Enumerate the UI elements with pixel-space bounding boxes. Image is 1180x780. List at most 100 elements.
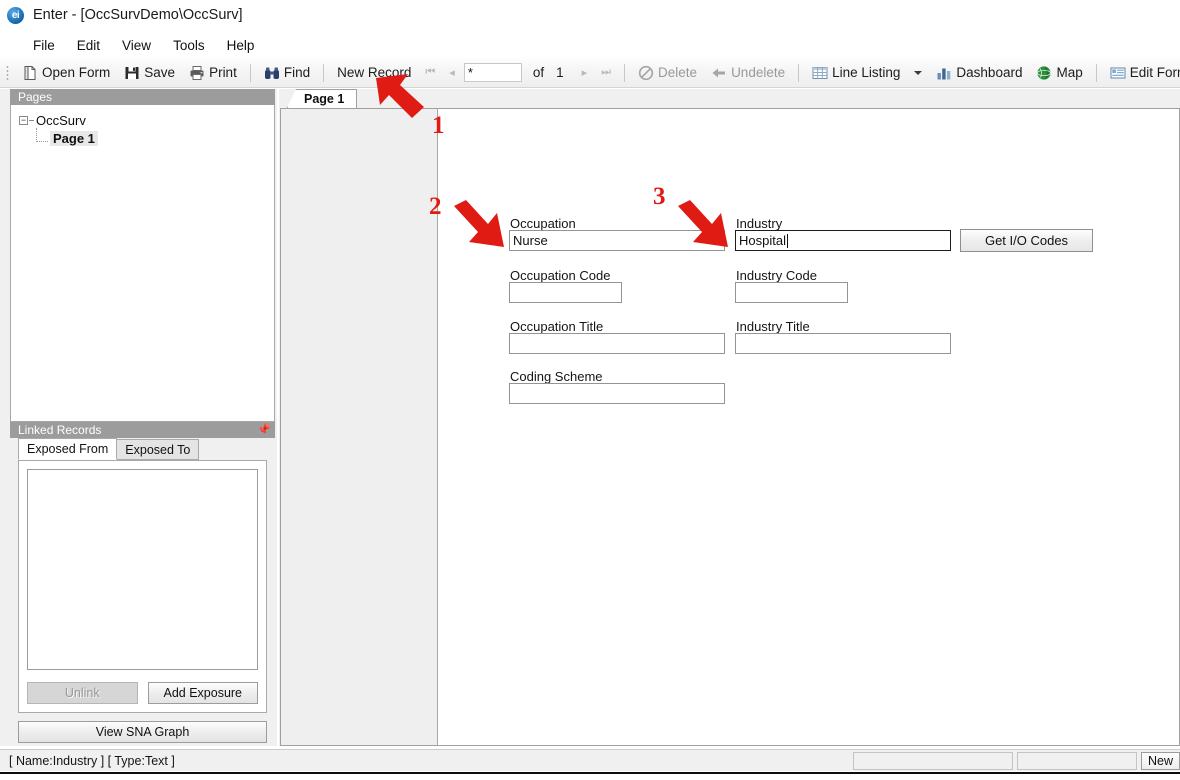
title-bar: ei Enter - [OccSurvDemo\OccSurv] <box>0 0 1180 30</box>
main-area: Page 1 Occupation Nurse Industry Hospita… <box>279 89 1180 746</box>
previous-record-button[interactable]: ◂ <box>442 66 462 79</box>
toolbar-separator <box>323 63 325 82</box>
new-record-button[interactable]: New Record <box>330 61 418 85</box>
tree-node-root[interactable]: − OccSurv <box>19 111 274 129</box>
linked-records-list[interactable] <box>27 469 258 670</box>
delete-label: Delete <box>658 65 698 80</box>
pin-icon[interactable]: 📌 <box>257 424 271 436</box>
next-record-button[interactable]: ▸ <box>575 66 595 79</box>
new-record-label: New Record <box>337 65 412 80</box>
record-of-label: of <box>532 65 545 80</box>
line-listing-button[interactable]: Line Listing <box>805 61 907 85</box>
tree-elbow-connector <box>36 128 48 142</box>
tree-root-label: OccSurv <box>36 112 86 128</box>
form-left-pane <box>281 109 438 745</box>
industry-label: Industry <box>736 216 783 231</box>
tree-connector <box>29 119 34 121</box>
industry-code-label: Industry Code <box>736 268 817 283</box>
menu-bar: File Edit View Tools Help <box>0 32 1180 58</box>
save-button[interactable]: Save <box>117 61 182 85</box>
find-button[interactable]: Find <box>257 61 317 85</box>
menu-view[interactable]: View <box>111 35 162 56</box>
document-tab-page-1[interactable]: Page 1 <box>287 89 358 108</box>
occupation-value: Nurse <box>513 233 548 248</box>
tab-exposed-to[interactable]: Exposed To <box>116 439 200 460</box>
delete-button[interactable]: Delete <box>631 61 704 85</box>
toolbar-separator <box>798 63 800 82</box>
ei-logo-icon: ei <box>7 6 24 24</box>
menu-file[interactable]: File <box>22 35 66 56</box>
tree-page-1-label: Page 1 <box>50 130 98 146</box>
exposed-from-panel: Unlink Add Exposure <box>18 460 267 713</box>
linked-records-tabs: Exposed From Exposed To <box>10 438 275 460</box>
pages-panel-caption: Pages <box>10 89 275 105</box>
main-toolbar: Open Form Save Print Find New Record ⏮ ◂… <box>0 58 1180 88</box>
tree-node-page-1[interactable]: Page 1 <box>19 128 274 147</box>
line-listing-label: Line Listing <box>832 65 901 80</box>
status-cell-1 <box>852 751 1013 770</box>
line-listing-dropdown-icon[interactable] <box>914 70 923 75</box>
status-field-info: [ Name:Industry ] [ Type:Text ] <box>9 753 175 768</box>
text-caret <box>786 233 788 248</box>
status-bar: [ Name:Industry ] [ Type:Text ] New <box>0 749 1180 771</box>
occupation-input[interactable]: Nurse <box>509 230 725 251</box>
last-record-button[interactable]: ⏭ <box>594 66 618 79</box>
undelete-label: Undelete <box>731 65 786 80</box>
dashboard-button[interactable]: Dashboard <box>929 61 1029 85</box>
undelete-arrow-icon <box>712 68 726 77</box>
printer-icon <box>190 65 204 80</box>
coding-scheme-label: Coding Scheme <box>510 369 603 384</box>
menu-help[interactable]: Help <box>216 35 266 56</box>
edit-form-label: Edit Form <box>1129 65 1180 80</box>
annotation-number-2: 2 <box>429 193 442 220</box>
occupation-code-input[interactable] <box>509 282 622 303</box>
linked-records-body: Exposed From Exposed To Unlink Add Expos… <box>10 438 275 746</box>
toolbar-grip[interactable] <box>6 64 9 81</box>
linked-records-panel: Linked Records 📌 Exposed From Exposed To… <box>10 422 275 746</box>
tab-exposed-from[interactable]: Exposed From <box>18 438 118 460</box>
line-listing-grid-icon <box>812 66 828 79</box>
get-io-codes-button[interactable]: Get I/O Codes <box>960 229 1093 252</box>
industry-input[interactable]: Hospital <box>735 230 951 251</box>
window-title: Enter - [OccSurvDemo\OccSurv] <box>33 7 243 23</box>
menu-edit[interactable]: Edit <box>66 35 111 56</box>
occupation-title-input[interactable] <box>509 333 725 354</box>
menu-tools[interactable]: Tools <box>162 35 216 56</box>
industry-title-input[interactable] <box>735 333 951 354</box>
pages-tree[interactable]: − OccSurv Page 1 <box>10 105 275 422</box>
map-button[interactable]: Map <box>1029 61 1089 85</box>
annotation-number-3: 3 <box>653 183 666 210</box>
status-new-button[interactable]: New <box>1140 751 1180 770</box>
tree-collapse-icon[interactable]: − <box>19 115 28 125</box>
add-exposure-button[interactable]: Add Exposure <box>147 682 258 704</box>
open-form-button[interactable]: Open Form <box>15 61 117 85</box>
sna-button-row: View SNA Graph <box>18 721 267 743</box>
document-tabstrip: Page 1 <box>279 89 1180 108</box>
record-number-input[interactable] <box>463 63 522 82</box>
toolbar-separator <box>624 63 626 82</box>
linked-records-title: Linked Records <box>18 423 102 437</box>
toolbar-separator <box>249 63 251 82</box>
delete-icon <box>638 65 654 80</box>
view-sna-graph-button[interactable]: View SNA Graph <box>18 721 267 743</box>
linked-records-caption: Linked Records 📌 <box>10 422 275 438</box>
undelete-button[interactable]: Undelete <box>704 61 792 85</box>
edit-form-icon <box>1110 67 1126 78</box>
first-record-button[interactable]: ⏮ <box>418 66 442 79</box>
binoculars-find-icon <box>264 67 279 79</box>
print-button[interactable]: Print <box>182 61 244 85</box>
toolbar-separator <box>1095 63 1097 82</box>
map-label: Map <box>1056 65 1083 80</box>
status-cell-2 <box>1016 751 1137 770</box>
find-label: Find <box>283 65 311 80</box>
occupation-title-label: Occupation Title <box>510 319 604 334</box>
industry-code-input[interactable] <box>735 282 848 303</box>
edit-form-button[interactable]: Edit Form <box>1103 61 1180 85</box>
coding-scheme-input[interactable] <box>509 383 725 404</box>
annotation-number-1: 1 <box>432 112 445 139</box>
window-bottom-edge <box>0 772 1180 780</box>
linked-records-buttons: Unlink Add Exposure <box>27 682 258 704</box>
industry-value: Hospital <box>739 233 786 248</box>
unlink-button[interactable]: Unlink <box>27 682 138 704</box>
occupation-code-label: Occupation Code <box>510 268 611 283</box>
